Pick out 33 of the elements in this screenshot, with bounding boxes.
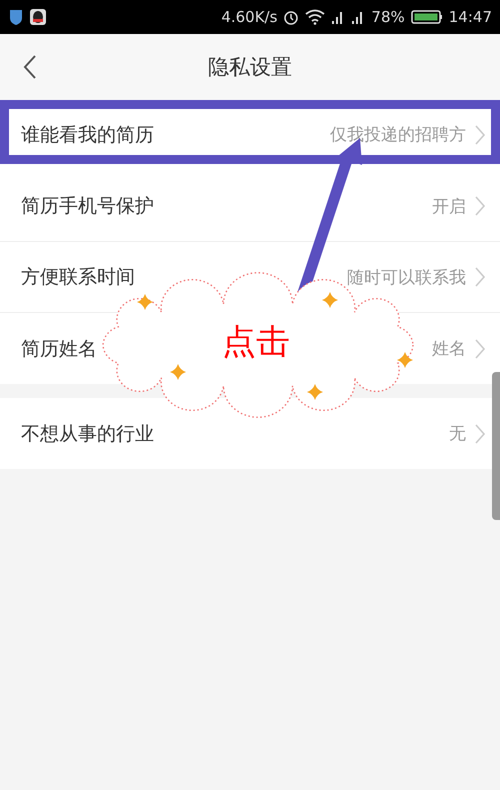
row-value: 无 (449, 423, 466, 445)
sparkle-icon (137, 294, 153, 310)
row-label: 简历手机号保护 (21, 194, 154, 219)
chevron-icon (474, 195, 486, 217)
settings-row[interactable]: 谁能看我的简历 仅我投递的招聘方 (0, 100, 500, 164)
sparkle-icon (307, 384, 323, 400)
row-label: 方便联系时间 (21, 265, 135, 290)
battery-icon (410, 9, 443, 25)
row-value: 仅我投递的招聘方 (330, 124, 466, 146)
row-value: 姓名 (432, 338, 466, 360)
chevron-icon (474, 422, 486, 444)
row-label: 不想从事的行业 (21, 422, 154, 446)
sparkle-icon (170, 364, 186, 380)
alarm-icon (283, 9, 300, 25)
battery-percent: 78% (371, 8, 405, 26)
scrollbar[interactable] (492, 372, 500, 520)
back-icon[interactable] (22, 54, 38, 80)
row-label: 简历姓名 (21, 336, 97, 362)
callout-text: 点击 (222, 322, 290, 362)
chevron-icon (474, 266, 486, 288)
row-label: 谁能看我的简历 (21, 122, 154, 148)
shield-icon (8, 8, 24, 26)
row-value: 随时可以联系我 (347, 266, 466, 288)
app-icon (30, 8, 46, 26)
clock: 14:47 (448, 8, 492, 26)
sparkle-icon (397, 352, 413, 368)
chevron-icon (474, 124, 486, 146)
wifi-icon (305, 9, 326, 25)
chevron-icon (474, 338, 486, 360)
row-value: 开启 (432, 196, 466, 218)
network-speed: 4.60K/s (221, 8, 278, 26)
page-title: 隐私设置 (208, 54, 292, 81)
sparkle-icon (322, 292, 338, 308)
